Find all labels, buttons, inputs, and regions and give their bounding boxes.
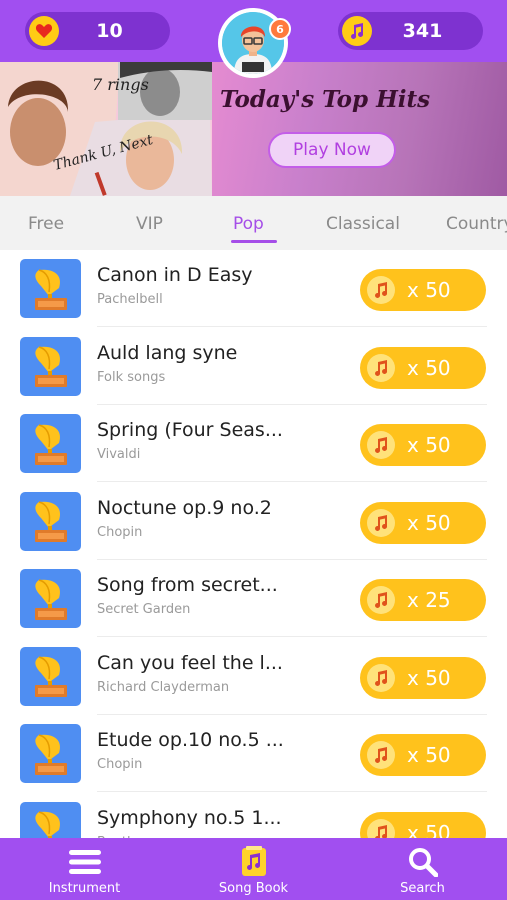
price-label: x 50 [407, 820, 451, 839]
song-title: Song from secret... [97, 574, 278, 596]
song-artist: Chopin [97, 524, 143, 540]
gramophone-icon [20, 414, 81, 473]
song-title: Noctune op.9 no.2 [97, 496, 272, 519]
song-artist: Secret Garden [97, 602, 191, 617]
lives-counter[interactable]: 10 [25, 12, 170, 50]
song-list[interactable]: Canon in D Easy Pachelbell x 50 Auld lang s… [0, 250, 507, 838]
price-label: x 50 [407, 510, 451, 535]
music-note-icon [367, 663, 395, 692]
price-button[interactable]: x 50 [360, 269, 486, 311]
price-label: x 50 [407, 355, 451, 380]
song-title: Canon in D Easy [97, 264, 253, 286]
song-artist: Richard Clayderman [97, 679, 230, 695]
price-button[interactable]: x 50 [360, 734, 486, 776]
play-now-button[interactable]: Play Now [268, 132, 396, 168]
price-label: x 25 [407, 588, 451, 612]
song-title: Auld lang syne [97, 341, 238, 364]
price-label: x 50 [407, 433, 451, 457]
tab-country[interactable]: Country [446, 214, 507, 234]
active-tab-indicator [231, 240, 277, 243]
nav-label-search: Search [400, 881, 445, 896]
list-item[interactable]: Symphony no.5 1...Beethovenx 50 [0, 793, 507, 839]
list-item[interactable]: Canon in D Easy Pachelbell x 50 [0, 250, 507, 327]
music-note-icon [367, 586, 395, 614]
song-artist: Vivaldi [97, 447, 141, 462]
gramophone-icon [20, 801, 81, 838]
tab-vip[interactable]: VIP [136, 214, 163, 234]
songbook-icon [240, 846, 268, 877]
bottom-nav: Instrument Song Book Search [0, 838, 507, 900]
coins-value: 341 [402, 20, 443, 42]
gramophone-icon [20, 724, 81, 783]
music-note-icon [367, 353, 395, 382]
lives-value: 10 [96, 20, 123, 42]
nav-label-instrument: Instrument [48, 881, 121, 896]
price-button[interactable]: x 50 [360, 811, 486, 839]
notification-badge: 6 [269, 18, 291, 40]
tab-free[interactable]: Free [28, 214, 64, 234]
list-item[interactable]: Etude op.10 no.5 ... Chopin x 50 [0, 715, 507, 792]
price-button[interactable]: x 50 [360, 501, 486, 544]
nav-instrument[interactable]: Instrument [0, 838, 169, 900]
list-item[interactable]: Spring (Four Seas... Vivaldi x 50 [0, 405, 507, 482]
price-label: x 50 [407, 743, 451, 767]
top-hits-banner[interactable]: 7 rings Thank U, Next Today's Top Hits P… [0, 62, 507, 196]
artist-collage-image: 7 rings Thank U, Next [0, 62, 212, 196]
song-title: Can you feel the l... [97, 651, 283, 674]
song-title: Etude op.10 no.5 ... [97, 729, 284, 751]
tab-pop[interactable]: Pop [233, 214, 264, 234]
gramophone-icon [20, 259, 81, 318]
nav-label-song-book: Song Book [218, 881, 289, 896]
music-note-icon [342, 16, 372, 46]
music-note-icon [367, 431, 395, 459]
gramophone-icon [20, 646, 81, 706]
heart-icon [29, 16, 59, 46]
song-artist: Pachelbell [97, 292, 163, 307]
song-title: Symphony no.5 1... [97, 806, 282, 829]
menu-icon [68, 847, 101, 877]
category-tabs: Free VIP Pop Classical Country [0, 196, 507, 250]
banner-title: Today's Top Hits [220, 86, 431, 113]
music-note-icon [367, 818, 395, 838]
music-note-icon [367, 508, 395, 537]
coins-counter[interactable]: 341 [338, 12, 483, 50]
gramophone-icon [20, 569, 81, 628]
price-label: x 50 [407, 665, 451, 690]
nav-search[interactable]: Search [338, 838, 507, 900]
music-note-icon [367, 276, 395, 304]
price-button[interactable]: x 50 [360, 346, 486, 389]
song-title: Spring (Four Seas... [97, 419, 283, 441]
list-item[interactable]: Auld lang syne Folk songs x 50 [0, 328, 507, 405]
collage-text-7-rings: 7 rings [92, 75, 149, 94]
gramophone-icon [20, 491, 81, 551]
song-artist: Chopin [97, 757, 143, 772]
song-artist: Folk songs [97, 369, 166, 385]
list-item[interactable]: Can you feel the l... Richard Clayderman x… [0, 638, 507, 715]
tab-classical[interactable]: Classical [326, 214, 400, 234]
list-item[interactable]: Noctune op.9 no.2 Chopin x 50 [0, 483, 507, 560]
price-label: x 50 [407, 278, 451, 302]
nav-song-book[interactable]: Song Book [169, 838, 338, 900]
price-button[interactable]: x 25 [360, 579, 486, 621]
list-item[interactable]: Song from secret... Secret Garden x 25 [0, 560, 507, 637]
search-icon [408, 847, 438, 877]
top-bar: 10 6 341 [0, 0, 507, 78]
price-button[interactable]: x 50 [360, 656, 486, 699]
avatar[interactable]: 6 [218, 8, 291, 78]
gramophone-icon [20, 336, 81, 396]
price-button[interactable]: x 50 [360, 424, 486, 466]
music-note-icon [367, 741, 395, 769]
